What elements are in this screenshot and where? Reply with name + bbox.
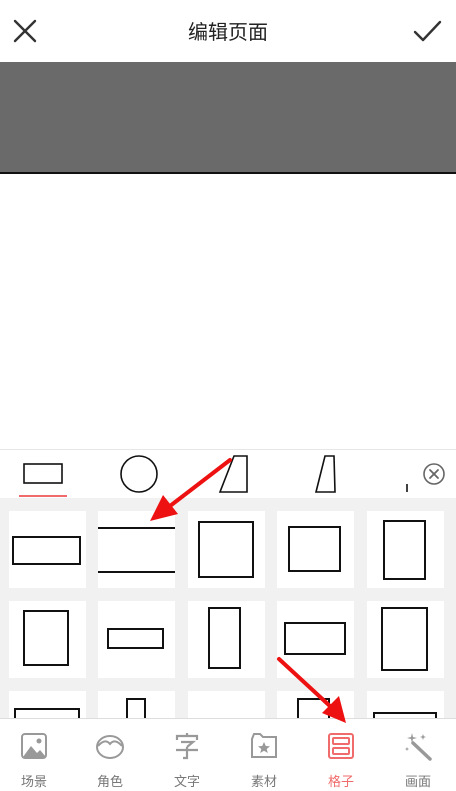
- nav-label: 角色: [96, 775, 123, 790]
- shape-tab-bar: [0, 449, 456, 498]
- page-title: 编辑页面: [188, 20, 268, 44]
- trapezoid-shape-icon: [314, 455, 336, 493]
- shape-tab-parallelogram[interactable]: [212, 450, 260, 498]
- circle-shape-icon: [120, 455, 158, 493]
- shape-tab-more[interactable]: [402, 450, 408, 498]
- shape-panel: [0, 449, 456, 718]
- layout-cell[interactable]: [188, 601, 265, 678]
- layout-thumbnail: [383, 520, 426, 580]
- layout-cell[interactable]: [277, 511, 354, 588]
- nav-item-picture[interactable]: 画面: [380, 719, 456, 791]
- grid-layout-icon: [328, 733, 354, 759]
- layout-cell[interactable]: [367, 511, 444, 588]
- nav-item-material[interactable]: 素材: [226, 719, 302, 791]
- check-icon: [413, 20, 442, 42]
- layout-thumbnail: [381, 607, 428, 671]
- partial-shape-icon: [406, 484, 408, 492]
- layout-cell[interactable]: [188, 511, 265, 588]
- bottom-nav: 场景 角色 文字 素材 格子 画面: [0, 718, 456, 791]
- layout-cell[interactable]: [9, 601, 86, 678]
- layout-thumbnail: [14, 708, 80, 718]
- layout-thumbnail: [208, 607, 241, 669]
- sticker-folder-icon: [251, 733, 277, 758]
- layout-thumbnail: [188, 691, 265, 718]
- layout-cell[interactable]: [188, 691, 265, 718]
- nav-label: 画面: [404, 775, 431, 790]
- layout-cell[interactable]: [277, 691, 354, 718]
- nav-item-scene[interactable]: 场景: [0, 719, 72, 791]
- nav-item-character[interactable]: 角色: [72, 719, 148, 791]
- layout-cell[interactable]: [98, 691, 175, 718]
- canvas-area[interactable]: [0, 174, 456, 449]
- text-icon: [175, 733, 199, 760]
- confirm-button[interactable]: [411, 15, 443, 47]
- layout-thumbnail: [12, 536, 81, 565]
- nav-item-text[interactable]: 文字: [149, 719, 225, 791]
- layout-thumbnail: [198, 521, 254, 578]
- rectangle-shape-icon: [23, 463, 63, 484]
- image-icon: [21, 733, 47, 759]
- layout-thumbnail: [284, 622, 346, 655]
- shape-tab-trapezoid[interactable]: [304, 450, 352, 498]
- nav-label: 格子: [327, 775, 354, 790]
- layout-thumbnail: [297, 698, 330, 718]
- parallelogram-shape-icon: [218, 455, 248, 493]
- page-preview[interactable]: [0, 62, 456, 174]
- layout-cell[interactable]: [367, 691, 444, 718]
- magic-wand-icon: [405, 733, 432, 761]
- shape-tab-rectangle[interactable]: [19, 450, 67, 498]
- layout-cell[interactable]: [98, 601, 175, 678]
- nav-label: 文字: [173, 775, 200, 790]
- layout-cell[interactable]: [98, 511, 175, 588]
- layout-thumbnail: [23, 610, 69, 666]
- layout-cell[interactable]: [277, 601, 354, 678]
- layout-cell[interactable]: [367, 601, 444, 678]
- close-shapes-button[interactable]: [422, 462, 446, 486]
- layout-thumbnail: [373, 712, 437, 718]
- layout-thumbnail: [98, 527, 175, 573]
- header-bar: 编辑页面: [0, 0, 456, 62]
- layout-cell[interactable]: [9, 511, 86, 588]
- nav-label: 素材: [250, 775, 277, 790]
- layout-thumbnail: [288, 526, 341, 572]
- character-icon: [96, 735, 124, 759]
- layout-thumbnail: [107, 628, 164, 649]
- nav-item-grid[interactable]: 格子: [303, 719, 379, 791]
- close-circle-icon: [423, 463, 445, 485]
- shape-tab-circle[interactable]: [115, 450, 163, 498]
- nav-label: 场景: [20, 775, 47, 790]
- selected-indicator: [19, 495, 67, 497]
- layout-cell[interactable]: [9, 691, 86, 718]
- layout-thumbnail: [126, 698, 146, 718]
